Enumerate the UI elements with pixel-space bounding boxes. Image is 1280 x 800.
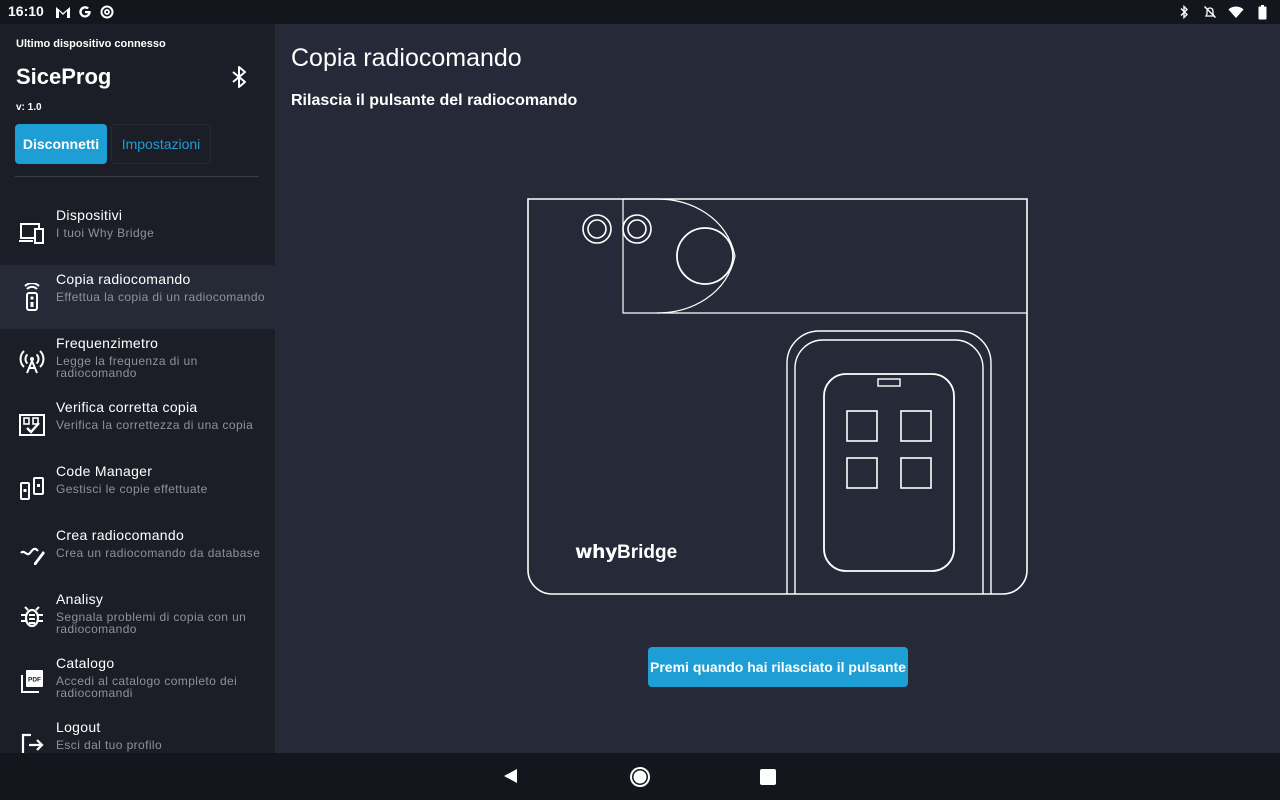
menu-item-copia-radiocomando[interactable]: Copia radiocomando Effettua la copia di … [0,265,275,329]
brand-why: why [575,541,617,563]
gmail-icon [55,4,71,20]
bluetooth-icon[interactable] [229,66,249,88]
devices-icon [18,219,46,247]
menu-item-frequenzimetro[interactable]: Frequenzimetro Legge la frequenza di un … [0,329,275,393]
bluetooth-icon [1176,4,1192,20]
status-bar: 16:10 [0,0,1280,24]
page-instruction: Rilascia il pulsante del radiocomando [291,92,578,109]
device-version: v: 1.0 [16,102,42,113]
menu-item-subtitle: Verifica la correttezza di una copia [56,418,254,432]
menu-item-crea-radiocomando[interactable]: Crea radiocomando Crea un radiocomando d… [0,521,275,585]
menu-item-title: Copia radiocomando [56,271,191,287]
menu-item-title: Logout [56,719,101,735]
menu-item-title: Crea radiocomando [56,527,185,543]
at-sign-icon [99,4,115,20]
menu-item-title: Dispositivi [56,207,123,223]
menu-item-analisy[interactable]: Analisy Segnala problemi di copia con un… [0,585,275,649]
brand-bridge: Bridge [616,542,678,563]
remote-control-icon [18,283,46,311]
menu-item-subtitle: Esci dal tuo profilo [56,738,163,752]
main-content: Copia radiocomando Rilascia il pulsante … [275,24,1280,753]
menu-item-subtitle: Crea un radiocomando da database [56,546,261,560]
button-released-button[interactable]: Premi quando hai rilasciato il pulsante [648,647,908,687]
menu-item-dispositivi[interactable]: Dispositivi I tuoi Why Bridge [0,201,275,265]
menu-item-subtitle: Gestisci le copie effettuate [56,482,208,496]
wifi-icon [1228,4,1244,20]
system-navigation-bar [0,753,1280,800]
menu-item-subtitle: Accedi al catalogo completo dei radiocom… [56,674,238,700]
recent-apps-icon[interactable] [760,769,776,785]
menu-item-title: Code Manager [56,463,153,479]
menu-item-catalogo[interactable]: PDF Catalogo Accedi al catalogo completo… [0,649,275,713]
menu-item-title: Analisy [56,591,104,607]
status-right-icons [1176,4,1270,20]
drawer-menu: Dispositivi I tuoi Why Bridge Copia radi… [0,201,275,777]
menu-item-subtitle: Legge la frequenza di un radiocomando [56,354,198,380]
verify-copy-icon [18,411,46,439]
create-remote-icon [18,539,46,567]
battery-icon [1254,4,1270,20]
back-icon[interactable] [502,767,520,785]
google-icon [77,4,93,20]
menu-item-verifica-copia[interactable]: Verifica corretta copia Verifica la corr… [0,393,275,457]
notifications-off-icon [1202,4,1218,20]
divider [15,176,259,177]
antenna-icon [18,347,46,375]
menu-item-title: Catalogo [56,655,115,671]
menu-item-title: Frequenzimetro [56,335,159,351]
why-bridge-illustration [527,198,1028,595]
menu-item-subtitle: Effettua la copia di un radiocomando [56,290,265,304]
why-bridge-logo: whyBridge [575,541,677,564]
menu-item-subtitle: Segnala problemi di copia con un radioco… [56,610,247,636]
last-device-caption: Ultimo dispositivo connesso [16,38,166,50]
disconnect-button[interactable]: Disconnetti [15,124,107,164]
menu-item-subtitle: I tuoi Why Bridge [56,226,155,240]
menu-item-title: Verifica corretta copia [56,399,198,415]
svg-text:PDF: PDF [28,677,41,684]
navigation-drawer: Ultimo dispositivo connesso SiceProg v: … [0,24,275,757]
menu-item-code-manager[interactable]: Code Manager Gestisci le copie effettuat… [0,457,275,521]
code-manager-icon [18,475,46,503]
status-time: 16:10 [8,3,44,19]
pdf-icon: PDF [18,667,46,695]
device-name: SiceProg [16,64,112,89]
status-left-icons [55,4,115,20]
page-title: Copia radiocomando [291,44,522,72]
bug-icon [18,603,46,631]
home-icon[interactable] [629,766,651,788]
settings-button[interactable]: Impostazioni [111,124,211,164]
